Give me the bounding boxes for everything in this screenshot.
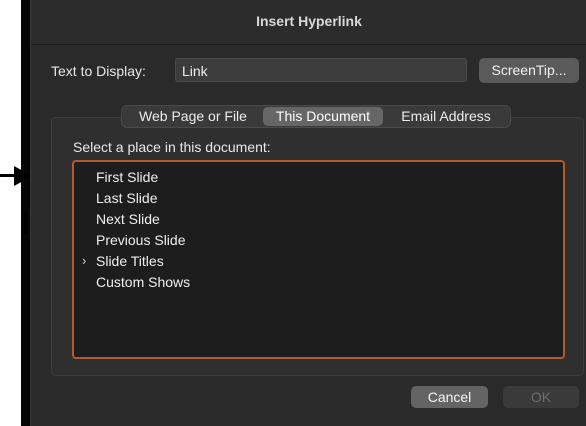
select-place-label: Select a place in this document: xyxy=(73,139,271,155)
dialog-title: Insert Hyperlink xyxy=(256,13,362,29)
chevron-right-icon[interactable]: › xyxy=(82,251,86,271)
list-item-first-slide[interactable]: First Slide xyxy=(96,167,158,187)
screentip-button[interactable]: ScreenTip... xyxy=(479,58,579,83)
list-item-next-slide[interactable]: Next Slide xyxy=(96,209,160,229)
list-item-slide-titles[interactable]: Slide Titles xyxy=(96,251,164,271)
tab-email-address[interactable]: Email Address xyxy=(383,107,509,126)
dialog-titlebar: Insert Hyperlink xyxy=(31,0,586,45)
text-to-display-label: Text to Display: xyxy=(51,63,146,79)
place-list[interactable]: First Slide Last Slide Next Slide Previo… xyxy=(72,160,565,359)
ok-button[interactable]: OK xyxy=(503,386,579,408)
background-left xyxy=(0,0,19,426)
pointer-arrow-icon xyxy=(0,165,32,187)
link-type-tabs: Web Page or File This Document Email Add… xyxy=(121,105,511,128)
cancel-button[interactable]: Cancel xyxy=(411,386,488,408)
text-to-display-input[interactable]: Link xyxy=(175,58,467,82)
insert-hyperlink-dialog: Insert Hyperlink Text to Display: Link S… xyxy=(30,0,586,426)
list-item-custom-shows[interactable]: Custom Shows xyxy=(96,272,190,292)
list-item-last-slide[interactable]: Last Slide xyxy=(96,188,157,208)
list-item-previous-slide[interactable]: Previous Slide xyxy=(96,230,186,250)
edge-mark xyxy=(24,212,27,234)
tab-this-document[interactable]: This Document xyxy=(263,107,383,126)
tab-web-page-or-file[interactable]: Web Page or File xyxy=(123,107,263,126)
